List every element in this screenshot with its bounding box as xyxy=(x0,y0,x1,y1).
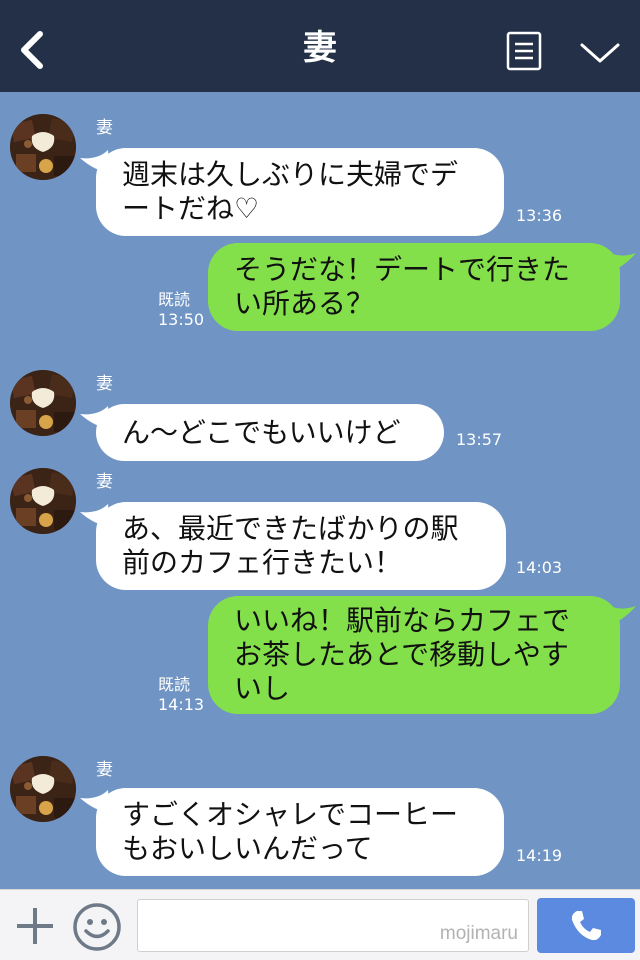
sender-name: 妻 xyxy=(96,118,113,138)
message-time: 14:03 xyxy=(516,558,563,577)
outgoing-message-bubble[interactable]: そうだな！デートで行きた い所ある？ xyxy=(208,243,620,331)
message-line: すごくオシャレでコーヒー xyxy=(122,798,459,831)
bubble-tail xyxy=(606,604,636,626)
phone-icon xyxy=(571,911,601,941)
read-receipt: 既読 xyxy=(158,290,191,309)
avatar[interactable] xyxy=(10,114,76,180)
avatar-image xyxy=(10,114,76,180)
chat-area[interactable]: 妻週末は久しぶりに夫婦でデ ートだね♡ 13:36 そうだな！デートで行きた い所ある？… xyxy=(0,92,640,889)
bubble-tail xyxy=(606,251,636,273)
incoming-message-bubble[interactable]: あ、最近できたばかりの駅 前のカフェ行きたい！ xyxy=(96,502,506,590)
message-time: 13:57 xyxy=(456,430,503,449)
avatar[interactable] xyxy=(10,756,76,822)
message-line: いいね！駅前ならカフェで xyxy=(234,604,571,637)
outgoing-message-bubble[interactable]: いいね！駅前ならカフェで お茶したあとで移動しやす いし xyxy=(208,596,620,714)
message-line: ートだね♡ xyxy=(122,192,260,225)
chat-header: 妻 xyxy=(0,0,640,92)
bubble-tail xyxy=(80,790,110,812)
message-line: もおいしいんだって xyxy=(122,832,373,865)
read-receipt: 既読 xyxy=(158,675,191,694)
message-time: 13:36 xyxy=(516,206,563,225)
sender-name: 妻 xyxy=(96,472,113,492)
avatar[interactable] xyxy=(10,468,76,534)
message-time: 14:19 xyxy=(516,846,563,865)
message-line: ん〜どこでもいいけど xyxy=(122,416,401,449)
bubble-tail xyxy=(80,504,110,526)
incoming-message-bubble[interactable]: ん〜どこでもいいけど xyxy=(96,404,444,461)
bubble-tail xyxy=(80,150,110,172)
smiley-icon[interactable] xyxy=(72,902,122,952)
chat-title: 妻 xyxy=(303,28,337,68)
avatar-image xyxy=(10,468,76,534)
message-line: お茶したあとで移動しやす xyxy=(234,638,569,671)
message-line: いし xyxy=(234,672,291,705)
message-line: い所ある？ xyxy=(234,287,375,320)
avatar[interactable] xyxy=(10,370,76,436)
incoming-message-bubble[interactable]: すごくオシャレでコーヒー もおいしいんだって xyxy=(96,788,504,876)
bubble-tail xyxy=(80,406,110,428)
sender-name: 妻 xyxy=(96,760,113,780)
message-time: 13:50 xyxy=(158,310,205,329)
avatar-image xyxy=(10,756,76,822)
message-line: 前のカフェ行きたい！ xyxy=(122,546,403,579)
incoming-message-bubble[interactable]: 週末は久しぶりに夫婦でデ ートだね♡ xyxy=(96,148,504,236)
plus-icon[interactable] xyxy=(14,905,56,947)
avatar-image xyxy=(10,370,76,436)
chevron-down-icon[interactable] xyxy=(579,40,621,66)
menu-list-icon[interactable] xyxy=(506,31,542,71)
call-button[interactable] xyxy=(537,898,635,953)
message-line: あ、最近できたばかりの駅 xyxy=(122,512,459,545)
input-bar: mojimaru xyxy=(0,889,640,960)
message-line: 週末は久しぶりに夫婦でデ xyxy=(122,158,459,191)
message-input[interactable]: mojimaru xyxy=(137,899,529,952)
sender-name: 妻 xyxy=(96,374,113,394)
message-time: 14:13 xyxy=(158,695,205,714)
message-line: そうだな！デートで行きた xyxy=(234,253,571,286)
watermark-text: mojimaru xyxy=(439,923,518,944)
